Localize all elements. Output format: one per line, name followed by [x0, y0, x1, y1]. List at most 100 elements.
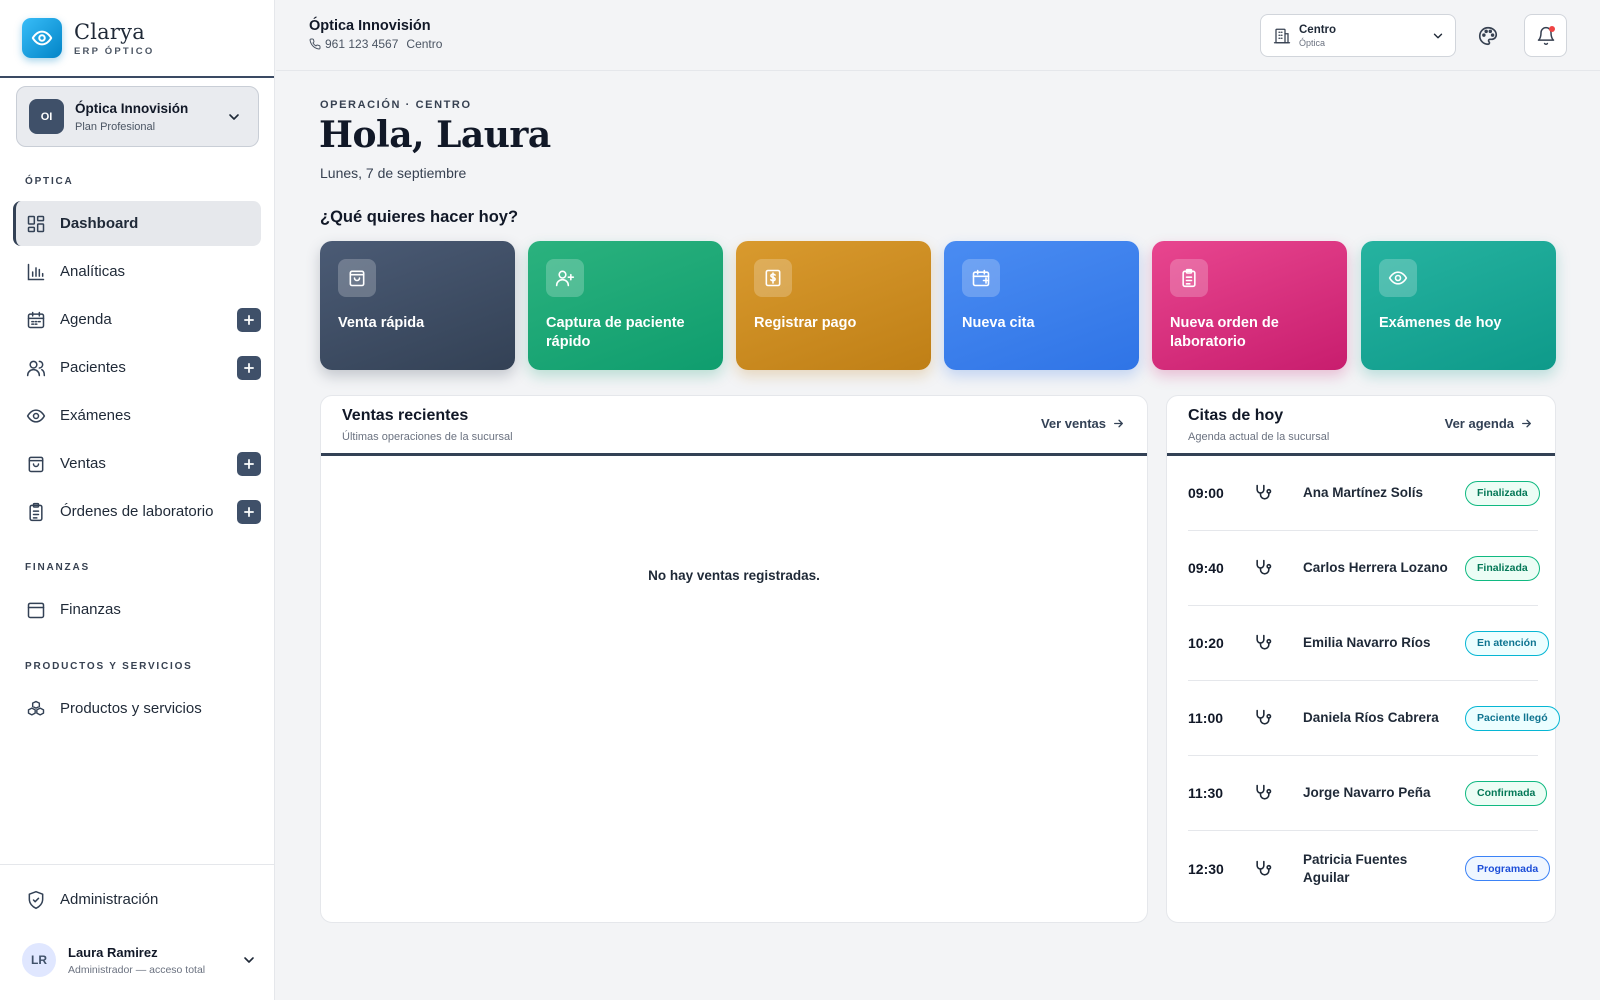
- status-badge: Confirmada: [1465, 780, 1548, 806]
- add-paciente-button[interactable]: [237, 355, 261, 380]
- appointment-time: 12:30: [1188, 860, 1224, 877]
- sidebar-item-label: Ventas: [60, 455, 106, 472]
- eye-icon: [25, 405, 47, 427]
- brand-name: Clarya: [74, 19, 145, 44]
- eye-icon: [1379, 259, 1417, 297]
- card-subtitle: Agenda actual de la sucursal: [1188, 431, 1330, 443]
- user-role: Administrador — acceso total: [68, 963, 206, 976]
- shield-icon: [25, 889, 47, 911]
- appointment-row[interactable]: 12:30 Patricia Fuentes Aguilar Programad…: [1188, 831, 1551, 906]
- wallet-icon: [25, 599, 47, 621]
- branch-label: Centro: [406, 37, 443, 51]
- arrow-right-icon: [1114, 419, 1123, 428]
- page-overline: OPERACIÓN · CENTRO: [320, 99, 472, 111]
- register-payment-button[interactable]: Registrar pago: [736, 241, 931, 370]
- calendar-plus-icon: [962, 259, 1000, 297]
- boxes-icon: [25, 698, 47, 720]
- view-sales-link[interactable]: Ver ventas: [1041, 416, 1125, 431]
- branch-select[interactable]: Centro Óptica: [1260, 14, 1456, 57]
- action-label: Captura de paciente rápido: [546, 315, 685, 350]
- sidebar-item-label: Exámenes: [60, 407, 131, 424]
- calendar-icon: [25, 309, 47, 331]
- sidebar-item-productos-servicios[interactable]: Productos y servicios: [13, 686, 261, 731]
- status-badge: Paciente llegó: [1465, 705, 1560, 731]
- shopping-bag-icon: [338, 259, 376, 297]
- link-label: Ver agenda: [1444, 416, 1514, 431]
- sidebar-item-examenes[interactable]: Exámenes: [13, 393, 261, 438]
- current-date: Lunes, 7 de septiembre: [320, 165, 467, 181]
- sidebar-item-administracion[interactable]: Administración: [13, 877, 261, 922]
- stethoscope-icon: [1253, 558, 1278, 578]
- add-venta-button[interactable]: [237, 451, 261, 476]
- shopping-bag-icon: [25, 453, 47, 475]
- topbar: Óptica Innovisión 961 123 4567 Centro Ce…: [276, 0, 1600, 71]
- patient-name: Emilia Navarro Ríos: [1303, 635, 1431, 650]
- stethoscope-icon: [1253, 483, 1278, 503]
- sidebar-item-label: Administración: [60, 891, 159, 908]
- notifications-button[interactable]: [1524, 14, 1567, 57]
- arrow-right-icon: [1522, 419, 1531, 428]
- branch-select-type: Óptica: [1299, 37, 1326, 48]
- sidebar-item-label: Órdenes de laboratorio: [60, 503, 214, 520]
- card-title: Citas de hoy: [1188, 407, 1284, 424]
- appointment-time: 10:20: [1188, 635, 1224, 651]
- appointment-row[interactable]: 09:00 Ana Martínez Solís Finalizada: [1188, 456, 1540, 531]
- quick-actions-heading: ¿Qué quieres hacer hoy?: [320, 208, 519, 226]
- add-agenda-button[interactable]: [237, 307, 261, 332]
- sidebar-item-agenda[interactable]: Agenda: [13, 297, 261, 342]
- patient-name: Patricia Fuentes Aguilar: [1303, 851, 1408, 885]
- theme-palette-button[interactable]: [1474, 22, 1502, 50]
- sidebar-item-pacientes[interactable]: Pacientes: [13, 345, 261, 390]
- brand[interactable]: Clarya ERP ÓPTICO: [0, 0, 274, 78]
- user-menu[interactable]: LR Laura Ramirez Administrador — acceso …: [22, 940, 257, 980]
- sidebar-item-analiticas[interactable]: Analíticas: [13, 249, 261, 294]
- appointment-row[interactable]: 09:40 Carlos Herrera Lozano Finalizada: [1188, 531, 1540, 606]
- appointment-row[interactable]: 11:30 Jorge Navarro Peña Confirmada: [1188, 756, 1548, 831]
- eye-logo-icon: [22, 18, 62, 58]
- status-badge: Finalizada: [1465, 480, 1540, 506]
- todays-exams-button[interactable]: Exámenes de hoy: [1361, 241, 1556, 370]
- palette-icon: [1477, 25, 1499, 47]
- quick-sale-button[interactable]: Venta rápida: [320, 241, 515, 370]
- appointment-time: 11:00: [1188, 710, 1224, 726]
- avatar: LR: [22, 943, 56, 977]
- branch-phone: 961 123 4567: [325, 37, 399, 51]
- sidebar-item-finanzas[interactable]: Finanzas: [13, 587, 261, 632]
- link-label: Ver ventas: [1040, 416, 1106, 431]
- chevron-down-icon: [241, 952, 257, 968]
- branch-select-name: Centro: [1299, 23, 1337, 36]
- sidebar-item-label: Pacientes: [60, 359, 126, 376]
- recent-sales-card: Ventas recientes Últimas operaciones de …: [320, 395, 1148, 923]
- brand-subtitle: ERP ÓPTICO: [74, 45, 155, 57]
- notification-dot: [1549, 26, 1555, 32]
- org-plan: Plan Profesional: [75, 120, 156, 133]
- action-label: Exámenes de hoy: [1379, 315, 1502, 331]
- add-orden-button[interactable]: [237, 499, 261, 524]
- organization-switcher[interactable]: OI Óptica Innovisión Plan Profesional: [16, 86, 259, 147]
- phone-icon: [309, 38, 321, 50]
- stethoscope-icon: [1253, 859, 1278, 879]
- appointment-time: 11:30: [1188, 785, 1224, 801]
- appointment-row[interactable]: 11:00 Daniela Ríos Cabrera Paciente lleg…: [1188, 681, 1560, 756]
- new-lab-order-button[interactable]: Nueva orden de laboratorio: [1152, 241, 1347, 370]
- status-badge: Finalizada: [1465, 555, 1540, 581]
- patient-name: Jorge Navarro Peña: [1303, 785, 1431, 800]
- chevron-down-icon: [1431, 29, 1445, 43]
- view-agenda-link[interactable]: Ver agenda: [1445, 416, 1533, 431]
- quick-patient-button[interactable]: Captura de paciente rápido: [528, 241, 723, 370]
- clipboard-icon: [1170, 259, 1208, 297]
- sidebar-item-ordenes-laboratorio[interactable]: Órdenes de laboratorio: [13, 489, 261, 534]
- user-plus-icon: [546, 259, 584, 297]
- action-label: Nueva cita: [962, 315, 1035, 331]
- patient-name: Carlos Herrera Lozano: [1303, 560, 1448, 575]
- org-name: Óptica Innovisión: [75, 100, 189, 116]
- patient-name: Daniela Ríos Cabrera: [1303, 710, 1439, 725]
- new-appointment-button[interactable]: Nueva cita: [944, 241, 1139, 370]
- todays-appointments-card: Citas de hoy Agenda actual de la sucursa…: [1166, 395, 1560, 923]
- sidebar-divider: [0, 864, 275, 865]
- section-label-productos: PRODUCTOS Y SERVICIOS: [25, 661, 193, 672]
- appointment-row[interactable]: 10:20 Emilia Navarro Ríos En atención: [1188, 606, 1549, 681]
- dashboard-icon: [25, 213, 47, 235]
- sidebar-item-ventas[interactable]: Ventas: [13, 441, 261, 486]
- sidebar-item-dashboard[interactable]: Dashboard: [13, 201, 261, 246]
